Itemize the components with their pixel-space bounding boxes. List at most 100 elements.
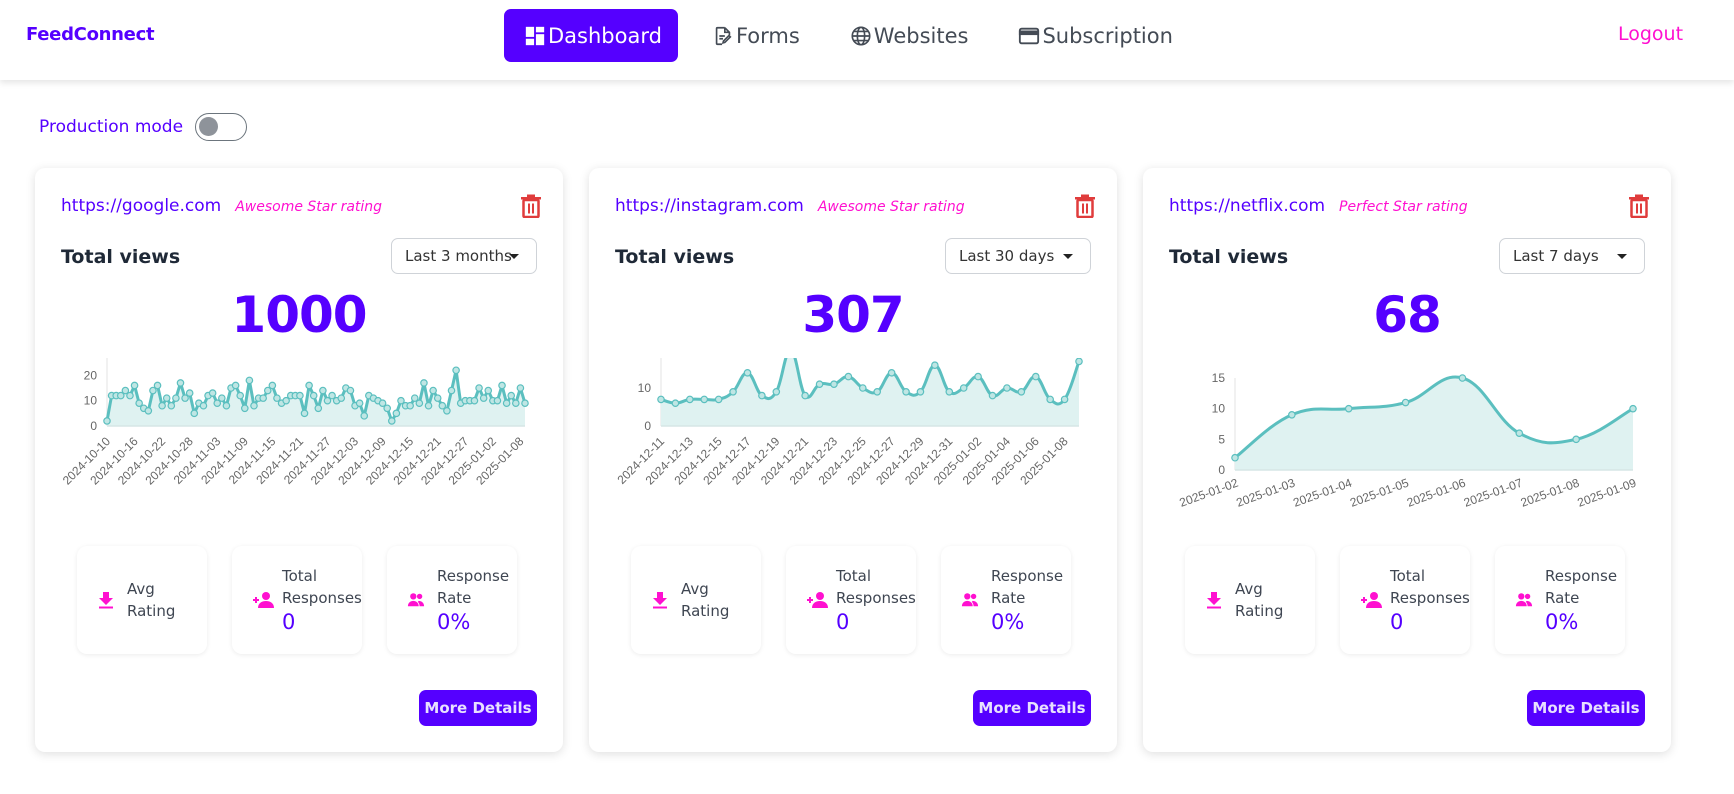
data-point[interactable] — [844, 372, 853, 381]
trash-icon[interactable] — [1628, 194, 1650, 218]
data-point[interactable] — [250, 401, 258, 410]
site-url-link[interactable]: https://google.com — [61, 196, 221, 216]
data-point[interactable] — [153, 381, 162, 390]
more-details-button[interactable]: More Details — [419, 690, 537, 726]
data-point[interactable] — [1572, 435, 1580, 444]
data-point[interactable] — [420, 379, 428, 387]
data-point[interactable] — [199, 401, 208, 410]
data-point[interactable] — [172, 394, 180, 402]
data-point[interactable] — [873, 387, 882, 396]
data-point[interactable] — [974, 372, 982, 381]
data-point[interactable] — [167, 401, 176, 410]
range-select[interactable]: Last 3 months — [391, 238, 537, 274]
data-point[interactable] — [337, 394, 346, 402]
data-point[interactable] — [931, 361, 939, 369]
data-point[interactable] — [758, 391, 766, 400]
data-point[interactable] — [945, 387, 954, 396]
data-point[interactable] — [424, 401, 433, 410]
data-point[interactable] — [1060, 395, 1069, 404]
more-details-button[interactable]: More Details — [973, 690, 1091, 726]
data-point[interactable] — [208, 389, 217, 397]
data-point[interactable] — [1458, 374, 1467, 382]
data-point[interactable] — [1031, 372, 1040, 381]
data-point[interactable] — [429, 386, 437, 395]
data-point[interactable] — [447, 386, 456, 395]
data-point[interactable] — [858, 384, 867, 392]
range-select[interactable]: Last 7 days — [1499, 238, 1645, 274]
data-point[interactable] — [1075, 358, 1083, 366]
data-point[interactable] — [729, 387, 737, 396]
production-mode-toggle[interactable] — [195, 113, 248, 141]
data-point[interactable] — [241, 404, 249, 413]
data-point[interactable] — [657, 395, 665, 404]
data-point[interactable] — [392, 409, 401, 418]
data-point[interactable] — [1401, 398, 1410, 407]
data-point[interactable] — [443, 406, 451, 415]
data-point[interactable] — [319, 386, 327, 395]
data-point[interactable] — [300, 409, 309, 418]
site-url-link[interactable]: https://netflix.com — [1169, 196, 1325, 216]
data-point[interactable] — [360, 412, 369, 420]
more-details-button[interactable]: More Details — [1527, 690, 1645, 726]
data-point[interactable] — [268, 381, 277, 390]
data-point[interactable] — [959, 384, 968, 392]
data-point[interactable] — [314, 404, 323, 413]
data-point[interactable] — [743, 369, 752, 377]
data-point[interactable] — [103, 417, 111, 425]
data-point[interactable] — [415, 399, 424, 408]
data-point[interactable] — [671, 399, 680, 408]
data-point[interactable] — [218, 394, 226, 402]
data-point[interactable] — [176, 379, 185, 387]
data-point[interactable] — [902, 387, 910, 396]
data-point[interactable] — [355, 399, 364, 408]
data-point[interactable] — [190, 409, 199, 418]
nav-forms[interactable]: Forms — [692, 9, 816, 62]
data-point[interactable] — [406, 401, 414, 410]
data-point[interactable] — [493, 396, 502, 405]
data-point[interactable] — [158, 401, 166, 410]
data-point[interactable] — [236, 391, 245, 400]
data-point[interactable] — [516, 384, 525, 392]
data-point[interactable] — [475, 384, 483, 392]
data-point[interactable] — [1231, 453, 1239, 462]
data-point[interactable] — [162, 394, 171, 402]
data-point[interactable] — [1629, 404, 1637, 413]
data-point[interactable] — [479, 394, 488, 402]
data-point[interactable] — [772, 387, 781, 396]
data-point[interactable] — [433, 394, 442, 402]
nav-subscription[interactable]: Subscription — [998, 9, 1188, 62]
logout-link[interactable]: Logout — [1618, 23, 1683, 45]
data-point[interactable] — [887, 369, 896, 377]
data-point[interactable] — [801, 391, 809, 400]
data-point[interactable] — [714, 395, 723, 404]
data-point[interactable] — [700, 395, 709, 404]
data-point[interactable] — [245, 376, 254, 385]
data-point[interactable] — [1046, 395, 1054, 404]
nav-dashboard[interactable]: Dashboard — [504, 9, 678, 62]
data-point[interactable] — [502, 399, 511, 408]
data-point[interactable] — [686, 395, 694, 404]
data-point[interactable] — [1003, 384, 1011, 392]
data-point[interactable] — [346, 386, 355, 395]
data-point[interactable] — [1344, 404, 1353, 413]
data-point[interactable] — [916, 387, 925, 396]
data-point[interactable] — [387, 417, 396, 425]
data-point[interactable] — [507, 391, 516, 400]
data-point[interactable] — [144, 406, 153, 415]
data-point[interactable] — [1288, 410, 1296, 419]
data-point[interactable] — [305, 381, 313, 390]
data-point[interactable] — [126, 391, 134, 400]
data-point[interactable] — [512, 399, 520, 408]
trash-icon[interactable] — [520, 194, 542, 218]
range-select[interactable]: Last 30 days — [945, 238, 1091, 274]
data-point[interactable] — [988, 391, 997, 400]
trash-icon[interactable] — [1074, 194, 1096, 218]
data-point[interactable] — [259, 394, 267, 402]
data-point[interactable] — [383, 404, 391, 413]
nav-websites[interactable]: Websites — [830, 9, 985, 62]
data-point[interactable] — [296, 391, 304, 400]
data-point[interactable] — [130, 381, 139, 390]
data-point[interactable] — [1017, 387, 1026, 396]
data-point[interactable] — [222, 401, 231, 410]
brand-logo[interactable]: FeedConnect — [26, 24, 155, 45]
